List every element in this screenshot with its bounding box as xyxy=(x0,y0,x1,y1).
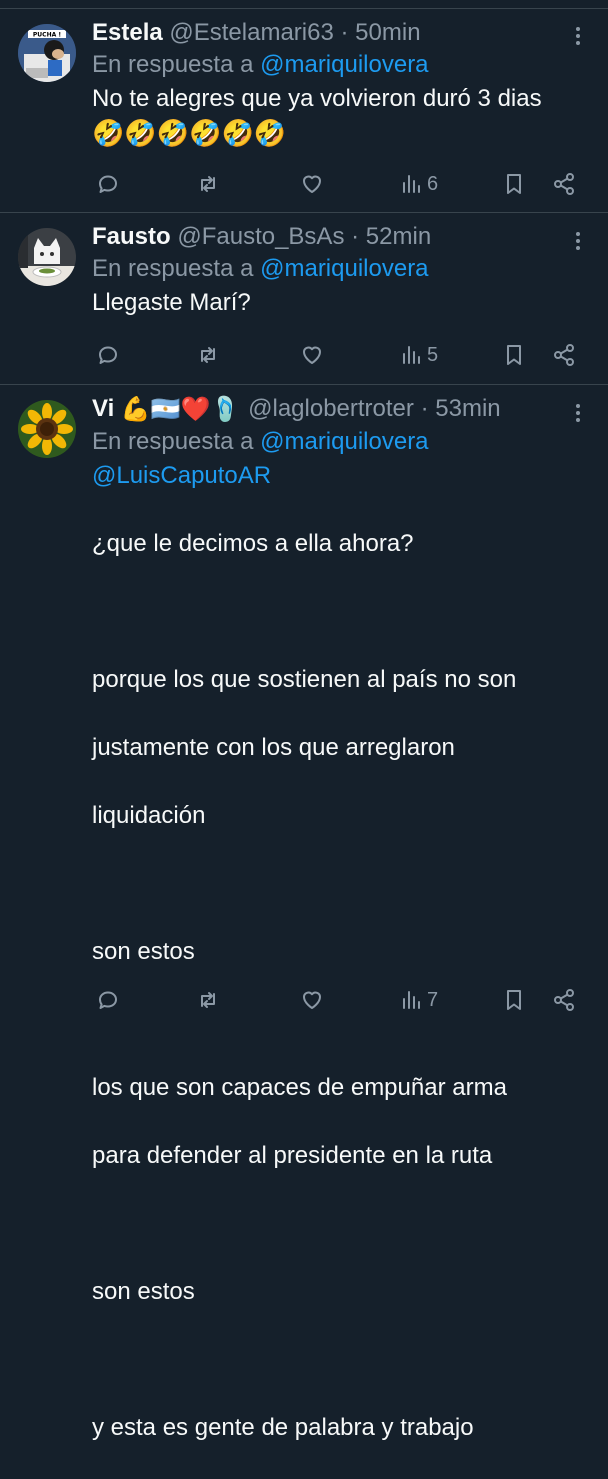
views-button[interactable]: 6 xyxy=(400,168,438,200)
avatar[interactable] xyxy=(18,228,76,286)
tweet-divider xyxy=(0,212,608,213)
like-button[interactable] xyxy=(300,984,324,1016)
timestamp[interactable]: 53min xyxy=(435,395,500,422)
tweet-divider xyxy=(0,384,608,385)
more-options-icon[interactable] xyxy=(566,24,590,48)
separator: · xyxy=(340,19,349,46)
reply-icon xyxy=(99,175,117,193)
user-handle[interactable]: @Estelamari63 xyxy=(169,19,333,46)
text-line: para defender al presidente en la ruta xyxy=(92,1141,493,1169)
share-icon xyxy=(554,344,574,366)
reply-icon xyxy=(99,991,117,1009)
display-name[interactable]: Fausto xyxy=(92,223,171,250)
avatar[interactable] xyxy=(18,400,76,458)
heart-icon xyxy=(303,991,321,1009)
text-line: porque los que sostienen al país no son xyxy=(92,665,517,693)
separator: · xyxy=(420,395,429,422)
text-line: ¿que le decimos a ella ahora? xyxy=(92,529,414,557)
share-button[interactable] xyxy=(552,984,576,1016)
mention-link[interactable]: @LuisCaputoAR xyxy=(92,462,271,489)
timestamp[interactable]: 52min xyxy=(366,223,431,250)
views-count: 7 xyxy=(427,988,439,1011)
reply-button[interactable] xyxy=(96,984,120,1016)
text-line: los que son capaces de empuñar arma xyxy=(92,1073,507,1101)
views-button[interactable]: 5 xyxy=(400,339,438,371)
like-button[interactable] xyxy=(300,168,324,200)
top-divider xyxy=(0,8,608,9)
like-button[interactable] xyxy=(300,339,324,371)
tweet-header: Estela @Estelamari63 · 50min xyxy=(92,18,568,48)
display-name[interactable]: Estela xyxy=(92,19,163,46)
reply-prefix: En respuesta a xyxy=(92,427,254,455)
retweet-icon xyxy=(201,347,215,363)
share-icon xyxy=(554,989,574,1011)
views-count: 6 xyxy=(427,172,439,195)
reply-context: En respuesta a @mariquilovera xyxy=(92,252,568,286)
reply-icon xyxy=(99,346,117,364)
text-line: liquidación xyxy=(92,801,206,829)
share-button[interactable] xyxy=(552,339,576,371)
goofy-avatar-icon: PUCHA ! xyxy=(18,24,76,82)
reply-prefix: En respuesta a xyxy=(92,255,254,282)
bookmark-button[interactable] xyxy=(502,984,526,1016)
retweet-button[interactable] xyxy=(196,168,220,200)
display-name[interactable]: Vi xyxy=(92,395,114,422)
bookmark-icon xyxy=(507,345,521,365)
more-options-icon[interactable] xyxy=(566,229,590,253)
action-bar: 6 xyxy=(0,168,608,200)
heart-icon xyxy=(303,346,321,364)
text-line: son estos xyxy=(92,1277,195,1305)
reply-prefix: En respuesta a xyxy=(92,51,254,78)
tweet-header: Vi 💪🇦🇷❤️🩴 @laglobertroter · 53min xyxy=(92,394,568,425)
separator: · xyxy=(351,223,360,250)
text-line: y esta es gente de palabra y trabajo xyxy=(92,1413,474,1441)
reply-button[interactable] xyxy=(96,168,120,200)
user-handle[interactable]: @laglobertroter xyxy=(248,395,414,422)
mention-link[interactable]: @mariquilovera xyxy=(260,51,428,78)
views-button[interactable]: 7 xyxy=(400,984,438,1016)
emoji-line: 🤣🤣🤣🤣🤣🤣 xyxy=(92,118,287,148)
heart-icon xyxy=(303,175,321,193)
views-count: 5 xyxy=(427,343,439,366)
share-icon xyxy=(554,173,574,195)
action-bar: 7 xyxy=(0,984,608,1016)
user-handle[interactable]: @Fausto_BsAs xyxy=(177,223,344,250)
views-icon xyxy=(403,175,420,193)
reply-context: En respuesta a @mariquilovera xyxy=(92,48,568,82)
sunflower-avatar-icon xyxy=(18,400,76,458)
views-icon xyxy=(403,991,420,1009)
avatar[interactable]: PUCHA ! xyxy=(18,24,76,82)
name-emojis: 💪🇦🇷❤️🩴 xyxy=(120,395,241,423)
retweet-icon xyxy=(201,992,215,1008)
bookmark-button[interactable] xyxy=(502,339,526,371)
bookmark-icon xyxy=(507,990,521,1010)
cat-at-table-avatar-icon xyxy=(18,228,76,286)
text-line: justamente con los que arreglaron xyxy=(92,733,455,761)
reply-context: En respuesta a @mariquilovera xyxy=(92,425,568,459)
views-icon xyxy=(403,346,420,364)
tweet-header: Fausto @Fausto_BsAs · 52min xyxy=(92,222,568,252)
action-bar: 5 xyxy=(0,339,608,371)
share-button[interactable] xyxy=(552,168,576,200)
mention-link[interactable]: @mariquilovera xyxy=(260,428,428,455)
tweet-text: Llegaste Marí? xyxy=(92,289,251,316)
mention-link[interactable]: @mariquilovera xyxy=(260,255,428,282)
more-options-icon[interactable] xyxy=(566,401,590,425)
retweet-icon xyxy=(201,176,215,192)
bookmark-button[interactable] xyxy=(502,168,526,200)
text-line: son estos xyxy=(92,937,195,965)
retweet-button[interactable] xyxy=(196,984,220,1016)
tweet-text: No te alegres que ya volvieron duró 3 di… xyxy=(92,85,542,112)
retweet-button[interactable] xyxy=(196,339,220,371)
svg-text:PUCHA !: PUCHA ! xyxy=(33,32,61,39)
timestamp[interactable]: 50min xyxy=(355,19,420,46)
reply-button[interactable] xyxy=(96,339,120,371)
bookmark-icon xyxy=(507,174,521,194)
